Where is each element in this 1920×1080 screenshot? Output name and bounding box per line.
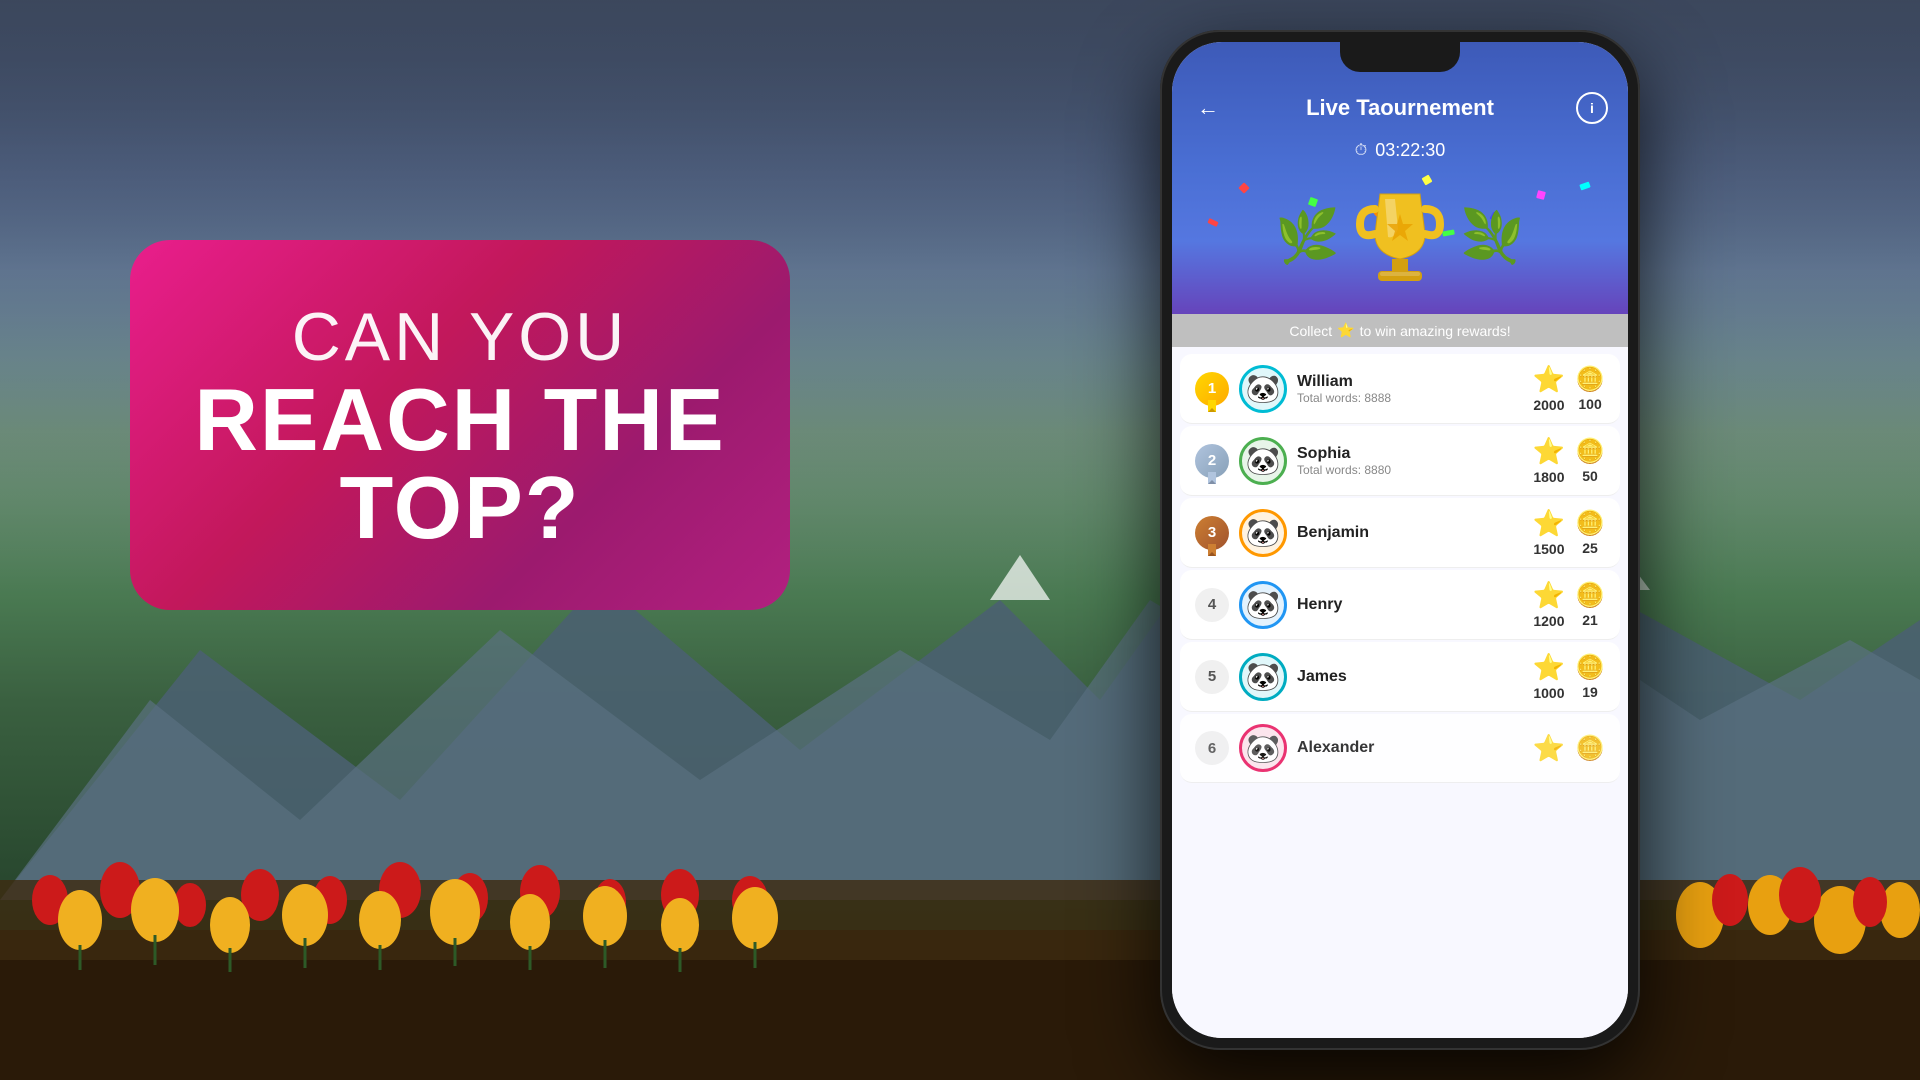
laurel-left: 🌿 bbox=[1275, 211, 1340, 263]
table-row: 4 🐼 Henry ⭐ 1200 🪙 21 bbox=[1180, 570, 1620, 640]
player-name-6: Alexander bbox=[1297, 739, 1523, 757]
player-name-2: Sophia bbox=[1297, 445, 1523, 463]
promo-line1: CAN YOU bbox=[292, 298, 629, 376]
coin-stack-3: 🪙 25 bbox=[1575, 509, 1605, 556]
score-star-2: ⭐ 1800 bbox=[1533, 436, 1565, 485]
app-title: Live Taournement bbox=[1224, 95, 1576, 121]
trophy-area: 🌿 bbox=[1172, 169, 1628, 314]
table-row: 3 🐼 Benjamin ⭐ 1500 🪙 2 bbox=[1180, 498, 1620, 568]
player-info-3: Benjamin bbox=[1297, 524, 1523, 542]
coin-stack-1: 🪙 100 bbox=[1575, 365, 1605, 412]
coin-icon-2: 🪙 bbox=[1575, 437, 1605, 466]
phone-notch bbox=[1340, 42, 1460, 72]
coin-num-5: 19 bbox=[1582, 684, 1598, 700]
score-num-3: 1500 bbox=[1533, 541, 1564, 557]
collect-banner: Collect ⭐ to win amazing rewards! bbox=[1172, 314, 1628, 347]
coin-num-3: 25 bbox=[1582, 540, 1598, 556]
trophy-display: 🌿 bbox=[1192, 189, 1608, 284]
back-button[interactable]: ← bbox=[1192, 92, 1224, 124]
rank-badge-wrap-1: 1 bbox=[1195, 372, 1229, 406]
score-num-5: 1000 bbox=[1533, 685, 1564, 701]
star-icon-2: ⭐ bbox=[1533, 436, 1565, 467]
star-icon-6: ⭐ bbox=[1533, 733, 1565, 764]
coin-icon-5: 🪙 bbox=[1575, 653, 1605, 682]
score-star-3: ⭐ 1500 bbox=[1533, 508, 1565, 557]
star-icon-1: ⭐ bbox=[1533, 364, 1565, 395]
coin-stack-2: 🪙 50 bbox=[1575, 437, 1605, 484]
star-icon-3: ⭐ bbox=[1533, 508, 1565, 539]
coin-icon-1: 🪙 bbox=[1575, 365, 1605, 394]
score-star-6: ⭐ bbox=[1533, 733, 1565, 764]
player-info-1: William Total words: 8888 bbox=[1297, 373, 1523, 405]
collect-suffix: to win amazing rewards! bbox=[1360, 323, 1511, 339]
rank-badge-wrap-2: 2 bbox=[1195, 444, 1229, 478]
laurel-right: 🌿 bbox=[1460, 211, 1525, 263]
phone-inner: ← Live Taournement i ⏱ 03:22:30 bbox=[1172, 42, 1628, 1038]
coin-stack-4: 🪙 21 bbox=[1575, 581, 1605, 628]
player-info-5: James bbox=[1297, 668, 1523, 686]
coin-stack-5: 🪙 19 bbox=[1575, 653, 1605, 700]
phone-frame: ← Live Taournement i ⏱ 03:22:30 bbox=[1160, 30, 1640, 1050]
player-words-1: Total words: 8888 bbox=[1297, 391, 1523, 405]
star-icon-5: ⭐ bbox=[1533, 652, 1565, 683]
rank-badge-5: 5 bbox=[1195, 660, 1229, 694]
star-icon-4: ⭐ bbox=[1533, 580, 1565, 611]
phone-container: ← Live Taournement i ⏱ 03:22:30 bbox=[1160, 30, 1640, 1050]
star-emoji: ⭐ bbox=[1337, 322, 1354, 339]
promo-line2: REACH THE bbox=[194, 376, 725, 464]
coin-stack-6: 🪙 bbox=[1575, 734, 1605, 763]
rank-badge-6: 6 bbox=[1195, 731, 1229, 765]
player-name-5: James bbox=[1297, 668, 1523, 686]
table-row: 5 🐼 James ⭐ 1000 🪙 19 bbox=[1180, 642, 1620, 712]
table-row: 2 🐼 Sophia Total words: 8880 ⭐ 1800 bbox=[1180, 426, 1620, 496]
table-row: 1 🐼 William Total words: 8888 ⭐ 2000 bbox=[1180, 354, 1620, 424]
coin-num-2: 50 bbox=[1582, 468, 1598, 484]
score-star-4: ⭐ 1200 bbox=[1533, 580, 1565, 629]
score-star-1: ⭐ 2000 bbox=[1533, 364, 1565, 413]
score-num-4: 1200 bbox=[1533, 613, 1564, 629]
player-words-2: Total words: 8880 bbox=[1297, 463, 1523, 477]
timer-icon: ⏱ bbox=[1355, 142, 1367, 160]
coin-num-4: 21 bbox=[1582, 612, 1598, 628]
avatar-3: 🐼 bbox=[1239, 509, 1287, 557]
timer-row: ⏱ 03:22:30 bbox=[1192, 132, 1608, 169]
table-row: 6 🐼 Alexander ⭐ 🪙 bbox=[1180, 714, 1620, 783]
avatar-2: 🐼 bbox=[1239, 437, 1287, 485]
player-name-4: Henry bbox=[1297, 596, 1523, 614]
avatar-1: 🐼 bbox=[1239, 365, 1287, 413]
leaderboard: 1 🐼 William Total words: 8888 ⭐ 2000 bbox=[1172, 347, 1628, 1038]
score-star-5: ⭐ 1000 bbox=[1533, 652, 1565, 701]
avatar-6: 🐼 bbox=[1239, 724, 1287, 772]
info-button[interactable]: i bbox=[1576, 92, 1608, 124]
timer-value: 03:22:30 bbox=[1375, 140, 1445, 161]
coin-icon-6: 🪙 bbox=[1575, 734, 1605, 763]
app-content: ← Live Taournement i ⏱ 03:22:30 bbox=[1172, 42, 1628, 1038]
avatar-4: 🐼 bbox=[1239, 581, 1287, 629]
coin-icon-4: 🪙 bbox=[1575, 581, 1605, 610]
rank-badge-wrap-3: 3 bbox=[1195, 516, 1229, 550]
player-info-2: Sophia Total words: 8880 bbox=[1297, 445, 1523, 477]
avatar-5: 🐼 bbox=[1239, 653, 1287, 701]
promo-banner: CAN YOU REACH THE TOP? bbox=[130, 240, 790, 610]
player-name-1: William bbox=[1297, 373, 1523, 391]
rank-badge-4: 4 bbox=[1195, 588, 1229, 622]
score-num-2: 1800 bbox=[1533, 469, 1564, 485]
score-num-1: 2000 bbox=[1533, 397, 1564, 413]
coin-icon-3: 🪙 bbox=[1575, 509, 1605, 538]
trophy-svg bbox=[1350, 189, 1450, 284]
player-info-4: Henry bbox=[1297, 596, 1523, 614]
collect-text: Collect bbox=[1289, 323, 1332, 339]
player-info-6: Alexander bbox=[1297, 739, 1523, 757]
player-name-3: Benjamin bbox=[1297, 524, 1523, 542]
header-nav: ← Live Taournement i bbox=[1192, 92, 1608, 132]
coin-num-1: 100 bbox=[1578, 396, 1601, 412]
promo-line3: TOP? bbox=[339, 464, 580, 552]
